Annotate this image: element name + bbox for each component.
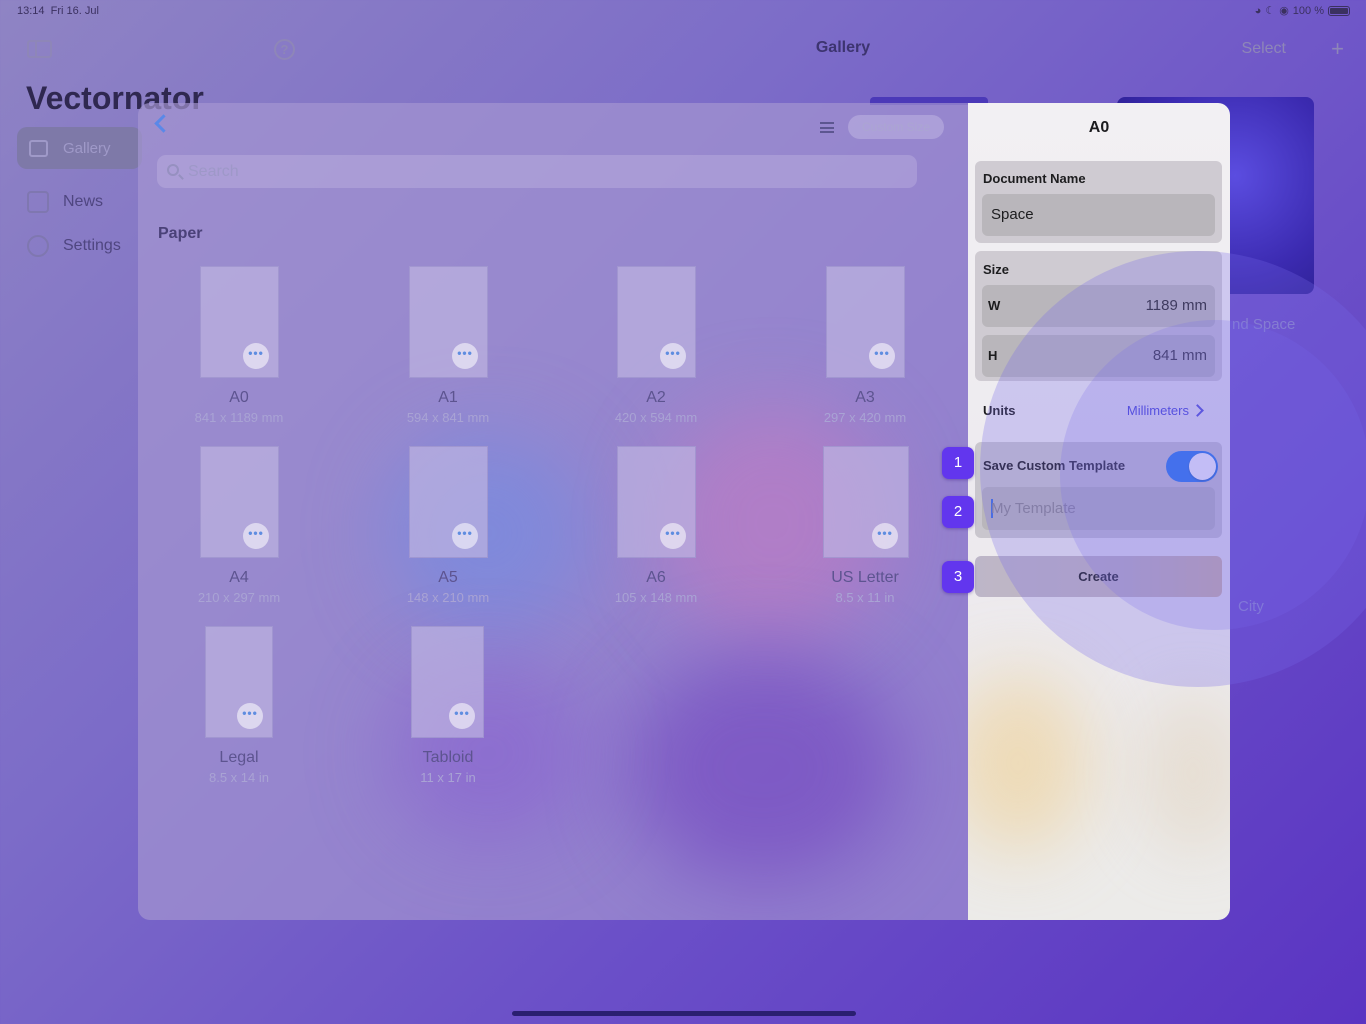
document-name-group: Document Name Space <box>975 161 1222 243</box>
select-button[interactable]: Select <box>1242 40 1286 58</box>
template-dimensions: 148 x 210 mm <box>406 590 490 605</box>
template-dimensions: 11 x 17 in <box>420 770 476 785</box>
template-tile-legal[interactable]: ••• Legal 8.5 x 14 in <box>159 626 319 786</box>
template-name: Tabloid <box>422 749 474 766</box>
step-badge: 3 <box>942 561 974 593</box>
template-tile-a5[interactable]: ••• A5 148 x 210 mm <box>368 446 528 606</box>
list-view-icon[interactable] <box>820 122 834 133</box>
battery-icon <box>1328 5 1350 16</box>
template-name: A2 <box>646 389 666 406</box>
document-name-label: Document Name <box>983 171 1086 186</box>
more-icon[interactable]: ••• <box>660 343 686 369</box>
sidebar-item-label: Settings <box>63 237 121 254</box>
template-name: Legal <box>219 749 259 766</box>
template-tile-a6[interactable]: ••• A6 105 x 148 mm <box>576 446 736 606</box>
template-chooser: Custom Size Search Paper ••• A0 841 x 11… <box>138 103 968 920</box>
template-tile-a0[interactable]: ••• A0 841 x 1189 mm <box>159 266 319 426</box>
more-icon[interactable]: ••• <box>872 523 898 549</box>
template-tile-a4[interactable]: ••• A4 210 x 297 mm <box>159 446 319 606</box>
template-tile-us-letter[interactable]: ••• US Letter 8.5 x 11 in <box>785 446 945 606</box>
battery-label: 100 % <box>1292 4 1324 17</box>
template-name: A4 <box>229 569 249 586</box>
custom-size-button[interactable]: Custom Size <box>848 115 944 139</box>
sidebar-item-label: News <box>63 193 104 210</box>
more-icon[interactable]: ••• <box>237 703 263 729</box>
panel-title: A0 <box>1088 119 1110 136</box>
search-icon <box>167 164 179 176</box>
home-indicator[interactable] <box>512 1011 856 1016</box>
moon-icon: ☾ <box>1265 5 1276 17</box>
section-title: Paper <box>158 225 203 242</box>
more-icon[interactable]: ••• <box>452 523 478 549</box>
highlight-ring-inner <box>1060 320 1366 630</box>
gear-icon <box>27 235 49 257</box>
template-name: A1 <box>438 389 458 406</box>
sidebar-item-gallery[interactable]: Gallery <box>17 127 142 169</box>
template-dimensions: 8.5 x 11 in <box>835 590 895 605</box>
more-icon[interactable]: ••• <box>660 523 686 549</box>
height-key: H <box>988 348 998 363</box>
template-dimensions: 105 x 148 mm <box>614 590 698 605</box>
template-tile-a3[interactable]: ••• A3 297 x 420 mm <box>785 266 945 426</box>
template-dimensions: 594 x 841 mm <box>406 410 490 425</box>
more-icon[interactable]: ••• <box>243 343 269 369</box>
back-icon[interactable] <box>154 114 173 133</box>
document-name-field[interactable]: Space <box>982 194 1215 236</box>
sidebar-item-label: Gallery <box>63 140 111 157</box>
status-right: ◕ ☾ ◉ 100 % <box>1255 4 1350 17</box>
headphones-icon: ◉ <box>1279 5 1289 17</box>
status-time: 13:14 Fri 16. Jul <box>17 5 99 17</box>
template-tile-tabloid[interactable]: ••• Tabloid 11 x 17 in <box>368 626 528 786</box>
size-label: Size <box>983 262 1010 277</box>
more-icon[interactable]: ••• <box>243 523 269 549</box>
search-placeholder: Search <box>188 163 239 180</box>
more-icon[interactable]: ••• <box>449 703 475 729</box>
add-icon[interactable]: + <box>1331 36 1344 62</box>
template-name: A5 <box>438 569 458 586</box>
more-icon[interactable]: ••• <box>452 343 478 369</box>
newspaper-icon <box>27 191 49 213</box>
template-dimensions: 8.5 x 14 in <box>209 770 269 785</box>
template-name: A3 <box>855 389 875 406</box>
template-dimensions: 841 x 1189 mm <box>194 410 284 425</box>
template-tile-a2[interactable]: ••• A2 420 x 594 mm <box>576 266 736 426</box>
document-name-value: Space <box>991 206 1034 223</box>
template-name: A0 <box>229 389 249 406</box>
template-dimensions: 210 x 297 mm <box>197 590 281 605</box>
page-title: Gallery <box>815 39 871 56</box>
step-badge: 1 <box>942 447 974 479</box>
wifi-icon: ◕ <box>1254 4 1262 17</box>
template-name: US Letter <box>831 569 899 586</box>
step-badge: 2 <box>942 496 974 528</box>
more-icon[interactable]: ••• <box>869 343 895 369</box>
grid-icon <box>29 140 48 157</box>
width-key: W <box>988 298 1001 313</box>
status-bar: 13:14 Fri 16. Jul ◕ ☾ ◉ 100 % <box>0 0 1366 24</box>
search-input[interactable]: Search <box>157 155 917 188</box>
template-name: A6 <box>646 569 666 586</box>
template-dimensions: 420 x 594 mm <box>614 410 698 425</box>
template-tile-a1[interactable]: ••• A1 594 x 841 mm <box>368 266 528 426</box>
template-dimensions: 297 x 420 mm <box>823 410 907 425</box>
